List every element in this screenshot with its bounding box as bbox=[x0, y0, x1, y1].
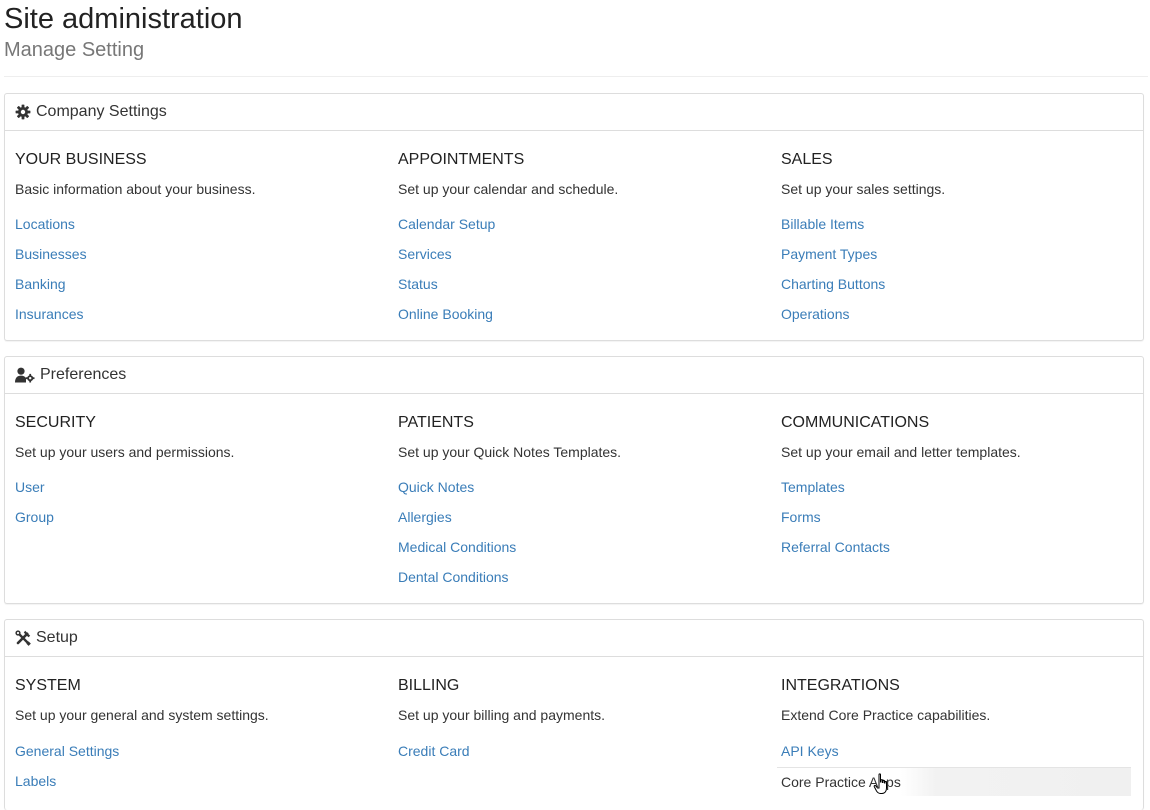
panel-heading: Company Settings bbox=[5, 94, 1143, 131]
section-description: Set up your billing and payments. bbox=[398, 707, 606, 723]
section-title: PATIENTS bbox=[398, 414, 474, 431]
link-medical-conditions[interactable]: Medical Conditions bbox=[398, 538, 516, 556]
link-dental-conditions[interactable]: Dental Conditions bbox=[398, 568, 509, 586]
link-insurances[interactable]: Insurances bbox=[15, 305, 83, 323]
link-businesses[interactable]: Businesses bbox=[15, 245, 87, 263]
panel-title: Preferences bbox=[40, 366, 127, 383]
panel-heading: Setup bbox=[5, 620, 1143, 657]
section-description: Set up your Quick Notes Templates. bbox=[398, 444, 622, 460]
link-locations[interactable]: Locations bbox=[15, 215, 75, 233]
link-labels[interactable]: Labels bbox=[15, 772, 56, 790]
link-billable-items[interactable]: Billable Items bbox=[781, 215, 864, 233]
link-payment-types[interactable]: Payment Types bbox=[781, 245, 877, 263]
section-description: Set up your general and system settings. bbox=[15, 707, 269, 723]
panel-company-settings: Company Settings YOUR BUSINESS Basic inf… bbox=[4, 93, 1144, 341]
link-operations[interactable]: Operations bbox=[781, 305, 849, 323]
link-services[interactable]: Services bbox=[398, 245, 452, 263]
link-status[interactable]: Status bbox=[398, 275, 438, 293]
page-header: Site administration Manage Setting bbox=[4, 2, 1148, 64]
user-gear-icon bbox=[15, 367, 35, 383]
section-title: COMMUNICATIONS bbox=[781, 414, 930, 431]
link-user[interactable]: User bbox=[15, 478, 45, 496]
gear-icon bbox=[15, 104, 31, 120]
section-title: SALES bbox=[781, 151, 833, 168]
section-title: YOUR BUSINESS bbox=[15, 151, 147, 168]
section-description: Set up your email and letter templates. bbox=[781, 444, 1021, 460]
section-title: INTEGRATIONS bbox=[781, 677, 900, 694]
wrench-screwdriver-icon bbox=[15, 630, 31, 646]
panel-heading: Preferences bbox=[5, 357, 1143, 394]
page-title: Site administration bbox=[4, 3, 243, 35]
section-description: Set up your users and permissions. bbox=[15, 444, 235, 460]
panel-preferences: Preferences SECURITY Set up your users a… bbox=[4, 356, 1144, 604]
section-title: SECURITY bbox=[15, 414, 96, 431]
page-subtitle: Manage Setting bbox=[4, 39, 145, 61]
link-templates[interactable]: Templates bbox=[781, 478, 845, 496]
panel-title: Setup bbox=[36, 629, 78, 646]
panel-title: Company Settings bbox=[36, 103, 167, 120]
link-referral-contacts[interactable]: Referral Contacts bbox=[781, 538, 890, 556]
section-title: APPOINTMENTS bbox=[398, 151, 525, 168]
link-forms[interactable]: Forms bbox=[781, 508, 821, 526]
link-banking[interactable]: Banking bbox=[15, 275, 66, 293]
header-divider bbox=[4, 76, 1148, 77]
link-calendar-setup[interactable]: Calendar Setup bbox=[398, 215, 495, 233]
panel-setup: Setup SYSTEM Set up your general and sys… bbox=[4, 619, 1144, 810]
link-credit-card[interactable]: Credit Card bbox=[398, 742, 470, 760]
section-title: SYSTEM bbox=[15, 677, 81, 694]
link-online-booking[interactable]: Online Booking bbox=[398, 305, 493, 323]
hand-cursor-icon bbox=[873, 773, 887, 794]
link-group[interactable]: Group bbox=[15, 508, 54, 526]
section-description: Set up your sales settings. bbox=[781, 181, 946, 197]
link-allergies[interactable]: Allergies bbox=[398, 508, 452, 526]
section-description: Set up your calendar and schedule. bbox=[398, 181, 619, 197]
link-api-keys[interactable]: API Keys bbox=[781, 742, 839, 760]
hovered-link-row[interactable]: Core Practice Apps bbox=[777, 767, 1131, 796]
section-title: BILLING bbox=[398, 677, 460, 694]
link-quick-notes[interactable]: Quick Notes bbox=[398, 478, 474, 496]
link-charting-buttons[interactable]: Charting Buttons bbox=[781, 275, 885, 293]
link-general-settings[interactable]: General Settings bbox=[15, 742, 119, 760]
section-description: Basic information about your business. bbox=[15, 181, 256, 197]
section-description: Extend Core Practice capabilities. bbox=[781, 707, 991, 723]
